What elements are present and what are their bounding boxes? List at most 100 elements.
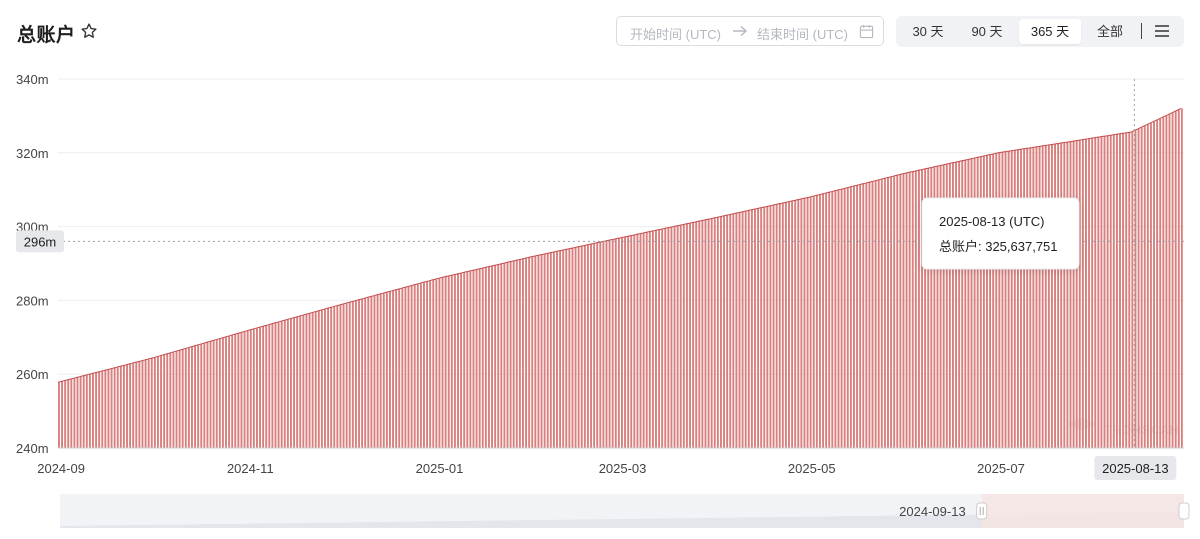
bar[interactable] bbox=[457, 273, 459, 448]
bar[interactable] bbox=[602, 241, 605, 448]
bar[interactable] bbox=[525, 258, 528, 448]
bar[interactable] bbox=[246, 330, 249, 448]
bar[interactable] bbox=[512, 261, 515, 448]
bar[interactable] bbox=[617, 238, 620, 448]
bar[interactable] bbox=[336, 305, 339, 448]
bar[interactable] bbox=[763, 207, 766, 448]
bar[interactable] bbox=[1091, 138, 1094, 448]
bar[interactable] bbox=[685, 223, 688, 448]
bar[interactable] bbox=[398, 289, 401, 448]
bar[interactable] bbox=[1032, 147, 1035, 449]
bar[interactable] bbox=[1013, 150, 1016, 448]
bar[interactable] bbox=[172, 352, 175, 448]
bar[interactable] bbox=[388, 291, 391, 448]
bar[interactable] bbox=[203, 343, 206, 448]
bar[interactable] bbox=[153, 357, 156, 448]
bar[interactable] bbox=[636, 234, 639, 448]
bar[interactable] bbox=[503, 263, 506, 448]
bar[interactable] bbox=[534, 256, 537, 448]
bar[interactable] bbox=[487, 266, 490, 448]
bar[interactable] bbox=[757, 208, 760, 448]
bar[interactable] bbox=[135, 362, 138, 448]
bar[interactable] bbox=[1072, 141, 1075, 448]
bar[interactable] bbox=[401, 288, 404, 448]
bar[interactable] bbox=[1066, 142, 1069, 448]
bar[interactable] bbox=[392, 290, 395, 448]
bar[interactable] bbox=[862, 183, 865, 448]
bar[interactable] bbox=[324, 309, 326, 448]
bar[interactable] bbox=[1094, 137, 1097, 449]
bar[interactable] bbox=[1001, 152, 1004, 448]
bar[interactable] bbox=[1038, 146, 1041, 448]
bar[interactable] bbox=[1054, 144, 1056, 448]
bar[interactable] bbox=[290, 318, 292, 448]
bar[interactable] bbox=[169, 353, 172, 448]
bar[interactable] bbox=[837, 190, 840, 448]
bar[interactable] bbox=[379, 294, 382, 448]
bar[interactable] bbox=[119, 366, 122, 448]
bar[interactable] bbox=[1119, 133, 1121, 449]
bar[interactable] bbox=[296, 317, 299, 448]
bar[interactable] bbox=[463, 272, 466, 448]
bar[interactable] bbox=[265, 325, 268, 448]
range-all-button[interactable]: 全部 bbox=[1086, 19, 1134, 44]
bar[interactable] bbox=[320, 310, 323, 448]
bar[interactable] bbox=[404, 287, 407, 448]
bar[interactable] bbox=[184, 348, 187, 448]
bar[interactable] bbox=[556, 251, 558, 448]
bar[interactable] bbox=[407, 286, 410, 448]
bar[interactable] bbox=[156, 356, 159, 448]
bar[interactable] bbox=[370, 296, 373, 448]
bar[interactable] bbox=[831, 191, 834, 448]
bar[interactable] bbox=[868, 182, 871, 448]
bar[interactable] bbox=[200, 344, 203, 448]
bar[interactable] bbox=[283, 320, 286, 448]
bar[interactable] bbox=[141, 360, 144, 448]
bar[interactable] bbox=[67, 379, 70, 448]
bar[interactable] bbox=[1057, 143, 1060, 448]
bar[interactable] bbox=[327, 308, 330, 448]
bar[interactable] bbox=[1081, 139, 1084, 449]
bar[interactable] bbox=[515, 260, 518, 448]
bar[interactable] bbox=[1004, 151, 1007, 448]
bar[interactable] bbox=[453, 274, 456, 448]
bar[interactable] bbox=[342, 304, 345, 448]
bar[interactable] bbox=[537, 255, 540, 448]
bar[interactable] bbox=[716, 217, 719, 449]
bar[interactable] bbox=[818, 194, 821, 448]
bar[interactable] bbox=[914, 171, 917, 448]
bar[interactable] bbox=[682, 224, 685, 448]
bar[interactable] bbox=[311, 312, 314, 448]
bar[interactable] bbox=[1023, 148, 1026, 448]
bar[interactable] bbox=[840, 189, 843, 448]
bar[interactable] bbox=[317, 310, 320, 448]
bar[interactable] bbox=[917, 170, 920, 448]
bar[interactable] bbox=[825, 193, 828, 448]
bar[interactable] bbox=[723, 216, 725, 448]
bar[interactable] bbox=[478, 268, 481, 448]
bar[interactable] bbox=[373, 295, 376, 448]
bar[interactable] bbox=[194, 345, 197, 448]
bar[interactable] bbox=[218, 338, 221, 448]
range-30d-button[interactable]: 30 天 bbox=[902, 19, 954, 44]
bar[interactable] bbox=[206, 342, 209, 448]
bar[interactable] bbox=[543, 254, 546, 448]
bar[interactable] bbox=[129, 363, 132, 448]
bar[interactable] bbox=[890, 176, 893, 448]
bar[interactable] bbox=[1168, 114, 1171, 448]
bar[interactable] bbox=[500, 263, 503, 448]
bar[interactable] bbox=[358, 299, 360, 448]
bar[interactable] bbox=[484, 267, 487, 448]
range-90d-button[interactable]: 90 天 bbox=[961, 19, 1013, 44]
bar[interactable] bbox=[113, 367, 116, 448]
bar[interactable] bbox=[822, 193, 824, 448]
bar[interactable] bbox=[1137, 129, 1140, 449]
bar[interactable] bbox=[540, 254, 543, 448]
bar[interactable] bbox=[395, 289, 398, 448]
bar[interactable] bbox=[859, 184, 862, 448]
bar[interactable] bbox=[1109, 135, 1112, 448]
bar[interactable] bbox=[361, 299, 364, 448]
bar[interactable] bbox=[1125, 132, 1128, 448]
bar[interactable] bbox=[710, 218, 713, 448]
bar[interactable] bbox=[1060, 143, 1063, 448]
